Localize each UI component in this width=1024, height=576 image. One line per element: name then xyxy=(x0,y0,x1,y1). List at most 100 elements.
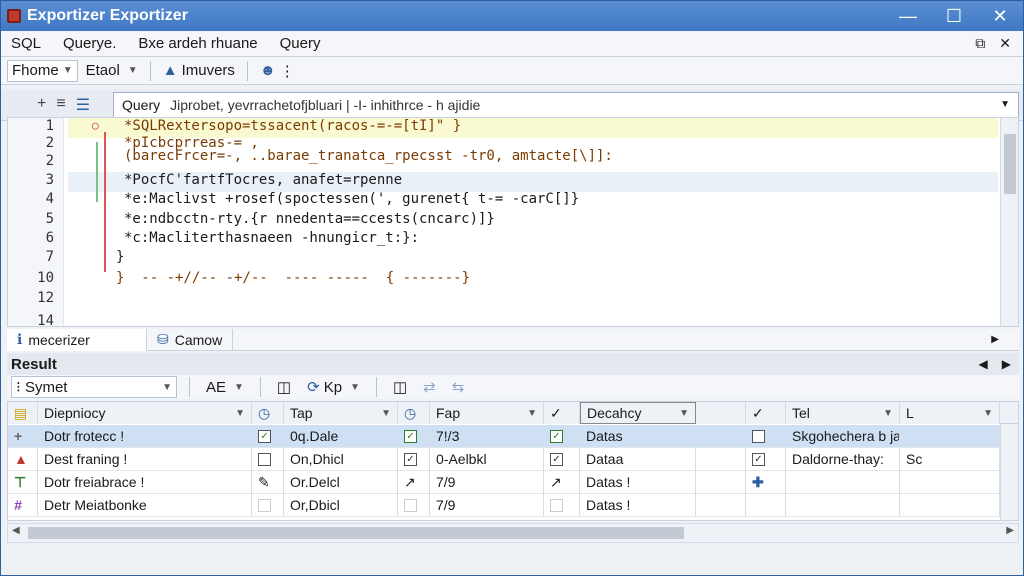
decahcy-cell[interactable]: Datas ! xyxy=(580,494,696,516)
symet-combo[interactable]: ⁝ Symet ▼ xyxy=(11,376,177,398)
result-grid[interactable]: ▤ Diepniocy ▼ ◷ Tap ▼ ◷ Fap ▼ ✓ Decahcy ▼ ✓ … xyxy=(7,401,1019,521)
next-button[interactable]: ⇆ xyxy=(448,376,469,398)
checkbox-cell[interactable] xyxy=(746,425,786,447)
checkbox-cell[interactable]: ✓ xyxy=(398,448,430,470)
title-bar[interactable]: Exportizer Exportizer — ☐ ✕ xyxy=(1,1,1023,31)
list-icon[interactable]: ☰ xyxy=(76,95,90,115)
edit-icon[interactable]: ✎ xyxy=(258,474,270,491)
export-button[interactable]: ⟳ Kp ▼ xyxy=(303,376,364,398)
users-button[interactable]: ☻ ⋮ xyxy=(256,60,299,82)
tap-cell[interactable]: On,Dhicl xyxy=(284,448,398,470)
menu-query-edit[interactable]: Querye. xyxy=(63,35,116,52)
decahcy-cell[interactable]: Datas ! xyxy=(580,471,696,493)
tel-cell[interactable] xyxy=(786,494,900,516)
grid-scrollbar[interactable] xyxy=(1000,424,1018,520)
l-cell[interactable] xyxy=(900,425,1000,447)
checkbox[interactable]: ✓ xyxy=(752,452,765,466)
checkbox-cell[interactable]: ↗ xyxy=(544,471,580,493)
checkbox[interactable] xyxy=(258,498,271,512)
editor-scrollbar[interactable] xyxy=(1000,118,1018,326)
checkbox-cell[interactable]: ✓ xyxy=(544,448,580,470)
restore-icon[interactable]: ⧉ xyxy=(975,35,985,52)
table-row[interactable]: # Detr Meiatbonke Or,Dbicl 7/9 Datas ! xyxy=(8,494,1018,517)
column-header[interactable]: Decahcy ▼ xyxy=(580,402,696,424)
open-icon[interactable]: ↗ xyxy=(550,474,562,491)
checkbox-cell[interactable]: ✓ xyxy=(252,425,284,447)
filter-button[interactable]: ◫ xyxy=(389,376,411,398)
menu-browse[interactable]: Bxe ardeh rhuane xyxy=(138,35,257,52)
l-cell[interactable] xyxy=(900,494,1000,516)
checkbox-cell[interactable] xyxy=(252,448,284,470)
fap-cell[interactable]: 0-Aelbkl xyxy=(430,448,544,470)
maximize-button[interactable]: ☐ xyxy=(931,1,977,31)
checkbox-cell[interactable]: ✓ xyxy=(746,448,786,470)
align-icon[interactable]: ≡ xyxy=(56,95,65,115)
open-icon[interactable]: ↗ xyxy=(404,474,416,491)
checkbox[interactable]: ✓ xyxy=(550,429,563,443)
table-row[interactable]: + Dotr frotecc ! ✓ 0q.Dale ✓ 7!/3 ✓ Data… xyxy=(8,425,1018,448)
scroll-right-icon[interactable]: ▶ xyxy=(991,334,1019,345)
prev-button[interactable]: ⇄ xyxy=(419,376,440,398)
column-header[interactable]: Fap ▼ xyxy=(430,402,544,424)
checkbox[interactable]: ✓ xyxy=(404,429,417,443)
checkbox[interactable]: ✓ xyxy=(258,429,271,443)
l-cell[interactable]: Sc xyxy=(900,448,1000,470)
menu-query[interactable]: Query xyxy=(280,35,321,52)
font-button[interactable]: AE ▼ xyxy=(202,376,248,398)
sql-editor[interactable]: 1 2 2 3 4 5 6 7 10 12 14 ◯ *SQLRextersop… xyxy=(7,117,1019,329)
checkbox-cell[interactable]: ✚ xyxy=(746,471,786,493)
decahcy-cell[interactable]: Dataa xyxy=(580,448,696,470)
home-combo[interactable]: Fhome ▼ xyxy=(7,59,78,82)
tel-cell[interactable] xyxy=(786,471,900,493)
imuvers-button[interactable]: ▲ Imuvers xyxy=(159,60,239,82)
name-cell[interactable]: Dest franing ! xyxy=(38,448,252,470)
fold-marker-icon[interactable]: ◯ xyxy=(92,119,99,132)
add-icon[interactable]: + xyxy=(37,95,46,115)
checkbox-cell[interactable]: ✓ xyxy=(398,425,430,447)
tel-cell[interactable]: Daldorne-thay: xyxy=(786,448,900,470)
checkbox[interactable]: ✓ xyxy=(550,452,563,466)
expand-icon[interactable]: ▶ xyxy=(1002,357,1011,371)
checkbox-cell[interactable] xyxy=(746,494,786,516)
table-row[interactable]: ▲ Dest franing ! On,Dhicl ✓ 0-Aelbkl ✓ D… xyxy=(8,448,1018,471)
copy-button[interactable]: ◫ xyxy=(273,376,295,398)
checkbox-cell[interactable]: ✓ xyxy=(544,425,580,447)
collapse-icon[interactable]: ◀ xyxy=(979,357,988,371)
scrollbar-thumb[interactable] xyxy=(28,527,684,539)
l-cell[interactable] xyxy=(900,471,1000,493)
tel-cell[interactable]: Skgohechera b jak xyxy=(786,425,900,447)
name-cell[interactable]: Dotr freiabrace ! xyxy=(38,471,252,493)
scroll-right-icon[interactable]: ▶ xyxy=(1006,525,1014,536)
tap-cell[interactable]: Or,Dbicl xyxy=(284,494,398,516)
move-icon[interactable]: ✚ xyxy=(752,474,764,491)
checkbox-cell[interactable]: ↗ xyxy=(398,471,430,493)
fap-cell[interactable]: 7/9 xyxy=(430,494,544,516)
tab-camow[interactable]: ⛁ Camow xyxy=(147,328,234,351)
name-cell[interactable]: Dotr frotecc ! xyxy=(38,425,252,447)
checkbox[interactable]: ✓ xyxy=(404,452,417,466)
checkbox-cell[interactable] xyxy=(252,494,284,516)
column-header[interactable]: Diepniocy ▼ xyxy=(38,402,252,424)
checkbox-cell[interactable]: ✎ xyxy=(252,471,284,493)
checkbox[interactable] xyxy=(550,498,563,512)
close-doc-icon[interactable]: ✕ xyxy=(999,35,1011,52)
column-header[interactable]: L ▼ xyxy=(900,402,1000,424)
checkbox[interactable] xyxy=(258,452,271,466)
tab-mecerizer[interactable]: ℹ mecerizer xyxy=(7,328,147,351)
horizontal-scrollbar[interactable]: ◀ ▶ xyxy=(7,523,1019,543)
close-button[interactable]: ✕ xyxy=(977,1,1023,31)
query-input[interactable]: Query Jiprobet, yevrrachetofjbluari | -I… xyxy=(113,91,1019,118)
name-cell[interactable]: Detr Meiatbonke xyxy=(38,494,252,516)
tap-cell[interactable]: Or.Delcl xyxy=(284,471,398,493)
column-header[interactable]: Tap ▼ xyxy=(284,402,398,424)
fap-cell[interactable]: 7/9 xyxy=(430,471,544,493)
scrollbar-thumb[interactable] xyxy=(1004,134,1016,194)
menu-sql[interactable]: SQL xyxy=(11,35,41,52)
decahcy-cell[interactable]: Datas xyxy=(580,425,696,447)
code-area[interactable]: ◯ *SQLRextersopo=tssacent(racos-=-=[tI]"… xyxy=(68,118,998,326)
column-header[interactable]: Tel ▼ xyxy=(786,402,900,424)
checkbox-cell[interactable] xyxy=(544,494,580,516)
chevron-down-icon[interactable]: ▼ xyxy=(1000,99,1018,110)
tap-cell[interactable]: 0q.Dale xyxy=(284,425,398,447)
minimize-button[interactable]: — xyxy=(885,1,931,31)
